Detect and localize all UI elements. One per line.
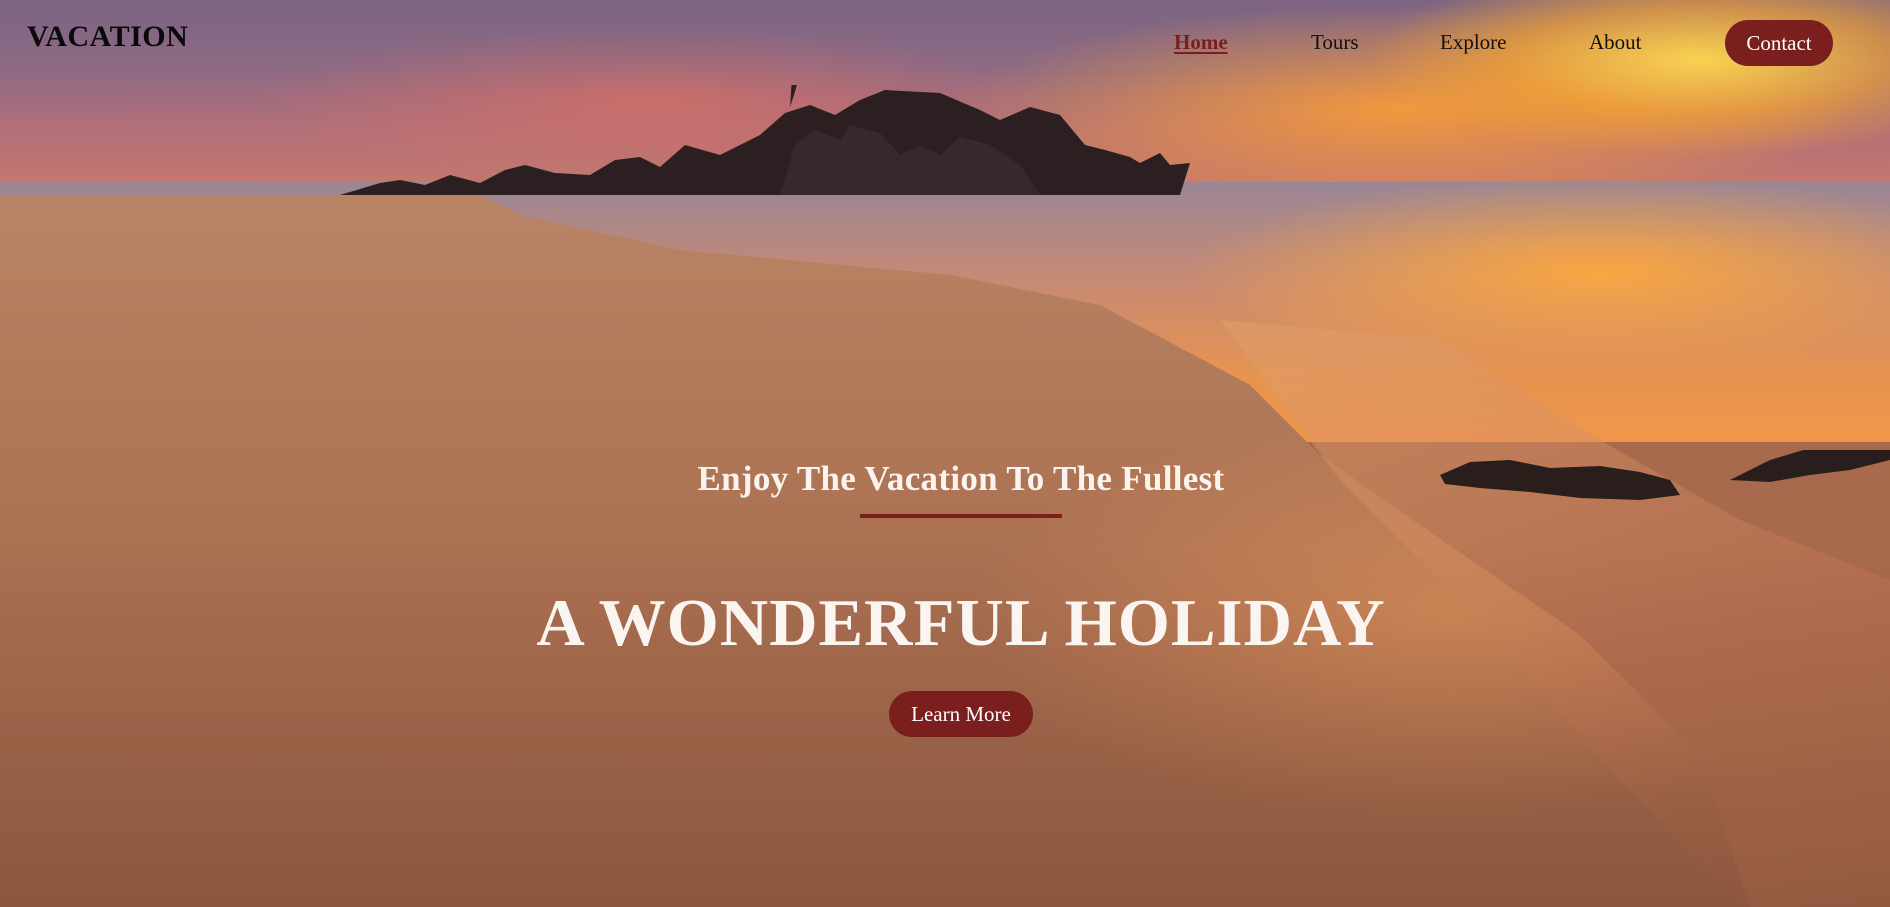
nav-explore-link[interactable]: Explore (1440, 30, 1506, 55)
nav-about-link[interactable]: About (1589, 30, 1642, 55)
contact-button[interactable]: Contact (1725, 20, 1833, 66)
hero-headline: A WONDERFUL HOLIDAY (536, 586, 1386, 660)
learn-more-button[interactable]: Learn More (889, 691, 1033, 737)
main-nav: Home Tours Explore About (0, 30, 1890, 70)
hero-tagline: Enjoy The Vacation To The Fullest (697, 459, 1225, 498)
hero-background (0, 0, 1890, 907)
hero-overlay (0, 0, 1890, 907)
tagline-underline-divider (860, 514, 1062, 518)
nav-home-link[interactable]: Home (1174, 30, 1228, 55)
nav-tours-link[interactable]: Tours (1311, 30, 1359, 55)
